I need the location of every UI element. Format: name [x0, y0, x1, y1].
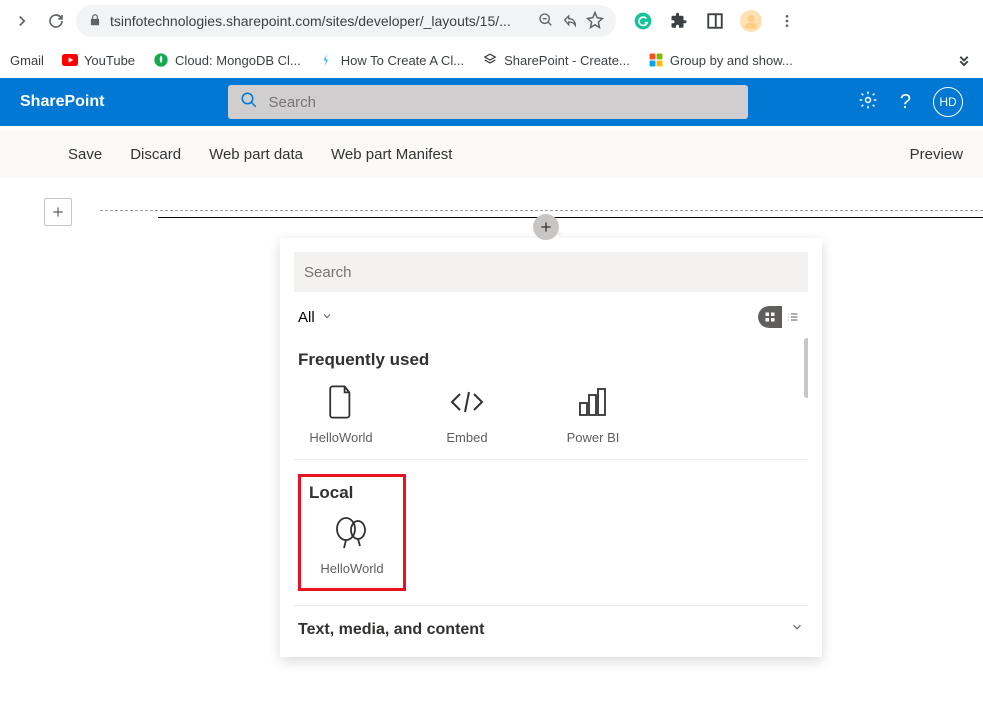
star-icon[interactable] [586, 11, 604, 32]
bookmark-label: How To Create A Cl... [341, 53, 464, 68]
text-media-section[interactable]: Text, media, and content [294, 605, 808, 643]
bookmark-sharepoint[interactable]: SharePoint - Create... [482, 52, 630, 68]
discard-button[interactable]: Discard [126, 142, 185, 167]
bookmark-label: SharePoint - Create... [504, 53, 630, 68]
webpart-manifest-button[interactable]: Web part Manifest [327, 142, 456, 167]
bookmark-gmail[interactable]: Gmail [10, 53, 44, 68]
frequently-used-grid: HelloWorld Embed Power BI [294, 380, 808, 460]
reload-button[interactable] [42, 7, 70, 35]
frequently-used-heading: Frequently used [298, 350, 804, 370]
preview-button[interactable]: Preview [906, 142, 967, 167]
save-button[interactable]: Save [64, 142, 106, 167]
picker-filter-row: All [298, 306, 804, 328]
toolbar-icons [632, 10, 798, 32]
browser-toolbar: tsinfotechnologies.sharepoint.com/sites/… [0, 0, 983, 42]
local-highlight: Local HelloWorld [298, 474, 406, 591]
bookmark-label: YouTube [84, 53, 135, 68]
webpart-label: Power BI [550, 430, 636, 445]
webpart-picker: All Frequently used [280, 238, 822, 657]
share-icon[interactable] [562, 12, 578, 31]
picker-search-box[interactable] [294, 252, 808, 292]
extensions-icon[interactable] [668, 10, 690, 32]
bookmark-groupby[interactable]: Group by and show... [648, 52, 793, 68]
search-icon [240, 91, 258, 114]
address-bar[interactable]: tsinfotechnologies.sharepoint.com/sites/… [76, 5, 616, 37]
powerbi-icon [563, 380, 623, 424]
settings-icon[interactable] [858, 90, 878, 115]
local-section: Local HelloWorld [294, 460, 808, 605]
webpart-label: HelloWorld [298, 430, 384, 445]
sharepoint-icon [482, 52, 498, 68]
local-heading: Local [309, 483, 395, 503]
webpart-helloworld[interactable]: HelloWorld [298, 380, 384, 445]
page-icon [311, 380, 371, 424]
sp-search-input[interactable] [268, 94, 736, 111]
category-filter[interactable]: All [298, 309, 333, 326]
avatar-initials: HD [939, 95, 956, 109]
picker-body: Frequently used HelloWorld Embed [294, 338, 808, 643]
url-text: tsinfotechnologies.sharepoint.com/sites/… [110, 13, 530, 29]
balloons-icon [322, 511, 382, 555]
lock-icon [88, 13, 102, 30]
bookmark-youtube[interactable]: YouTube [62, 52, 135, 68]
view-toggle [758, 306, 804, 328]
panel-icon[interactable] [704, 10, 726, 32]
embed-icon [437, 380, 497, 424]
scrollbar[interactable] [804, 338, 808, 398]
bookmarks-bar: Gmail YouTube Cloud: MongoDB Cl... How T… [0, 42, 983, 78]
menu-icon[interactable] [776, 10, 798, 32]
youtube-icon [62, 52, 78, 68]
sp-header-right: ? HD [858, 87, 963, 117]
webpart-label: HelloWorld [309, 561, 395, 576]
add-webpart-button[interactable] [533, 214, 559, 240]
webpart-label: Embed [424, 430, 510, 445]
sharepoint-header: SharePoint ? HD [0, 78, 983, 126]
section-heading: Text, media, and content [298, 621, 484, 639]
bookmark-label: Gmail [10, 53, 44, 68]
sp-search-box[interactable] [228, 85, 748, 119]
webpart-local-helloworld[interactable]: HelloWorld [309, 511, 395, 576]
zoom-icon[interactable] [538, 12, 554, 31]
webpart-powerbi[interactable]: Power BI [550, 380, 636, 445]
help-icon[interactable]: ? [900, 91, 911, 114]
bookmark-mongodb[interactable]: Cloud: MongoDB Cl... [153, 52, 301, 68]
user-avatar[interactable]: HD [933, 87, 963, 117]
section-divider-solid [158, 217, 983, 218]
grammarly-icon[interactable] [632, 10, 654, 32]
webpart-data-button[interactable]: Web part data [205, 142, 307, 167]
section-divider-dotted [100, 210, 983, 211]
webpart-embed[interactable]: Embed [424, 380, 510, 445]
chevron-down-icon [790, 620, 804, 639]
bookmarks-overflow[interactable] [955, 50, 973, 71]
forward-button[interactable] [8, 7, 36, 35]
add-section-button[interactable] [44, 198, 72, 226]
sharepoint-brand[interactable]: SharePoint [20, 93, 104, 111]
filter-label: All [298, 309, 315, 326]
microsoft-icon [648, 52, 664, 68]
bookmark-howto[interactable]: How To Create A Cl... [319, 52, 464, 68]
command-bar: Save Discard Web part data Web part Mani… [0, 130, 983, 178]
canvas-area: All Frequently used [0, 178, 983, 204]
chevron-down-icon [321, 309, 333, 326]
grid-view-button[interactable] [758, 306, 782, 328]
profile-avatar[interactable] [740, 10, 762, 32]
doc-icon [319, 52, 335, 68]
picker-search-input[interactable] [304, 264, 798, 281]
list-view-button[interactable] [782, 306, 804, 328]
bookmark-label: Group by and show... [670, 53, 793, 68]
mongodb-icon [153, 52, 169, 68]
bookmark-label: Cloud: MongoDB Cl... [175, 53, 301, 68]
